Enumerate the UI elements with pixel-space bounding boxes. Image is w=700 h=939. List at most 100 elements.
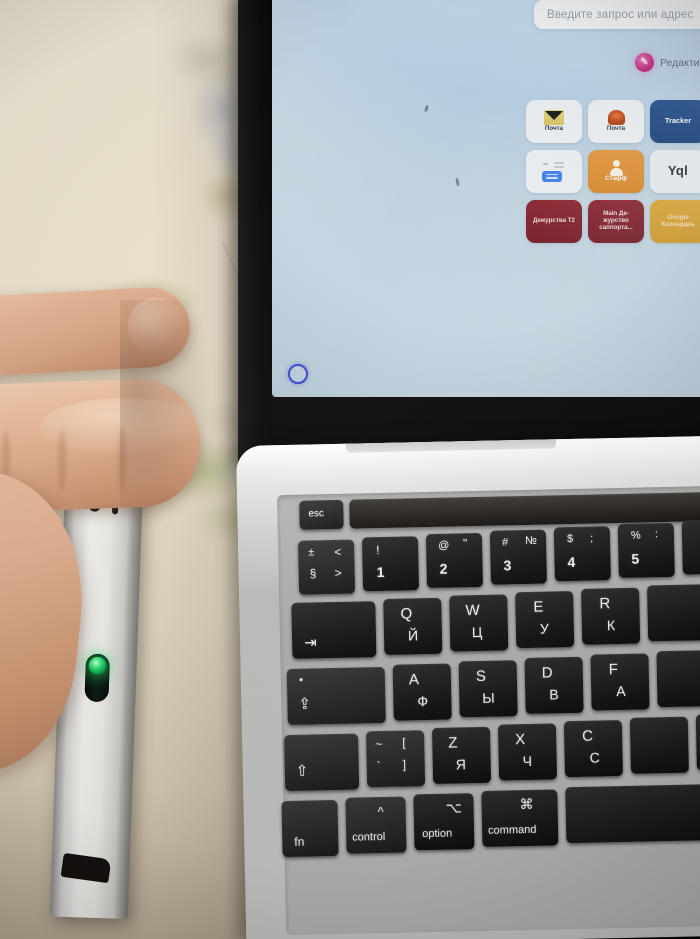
tile-staff[interactable]: Стафф [588,150,644,193]
key-f[interactable]: F А [590,653,650,711]
quick-links-grid: Почта Почта Tracker Стафф Yql Дежурства … [526,100,700,243]
key-label: ; [589,532,594,545]
key-6[interactable] [681,519,700,575]
key-5[interactable]: % : 5 [617,522,675,579]
key-label: C [581,727,594,745]
ssd-led-window [84,653,111,703]
omnibox[interactable]: Введите запрос или адрес [534,0,700,29]
key-b[interactable] [695,713,700,771]
key-label: [ [402,735,406,750]
key-label: ` [376,759,381,774]
key-bracket[interactable]: ~ [ ` ] [366,730,426,788]
key-tab[interactable]: ⇥ [291,601,377,659]
omnibox-placeholder: Введите запрос или адрес [547,8,694,21]
edit-tiles-row[interactable]: ✎ Редактировать [635,53,700,72]
key-label: ] [402,757,407,772]
shift-icon: ⇧ [295,762,309,780]
key-label-cyr: Я [455,756,467,773]
tile-label: Дежурства T2 [533,217,575,225]
key-label: S [475,667,487,686]
key-label: Z [448,734,458,752]
key-shift-left[interactable]: ⇧ [284,733,360,792]
caps-lock-icon: ⇪ [298,695,312,713]
tile-label: Tracker [664,116,692,126]
key-t[interactable] [647,584,700,642]
key-label: command [487,823,537,837]
option-icon: ⌥ [445,799,462,816]
key-q[interactable]: Q Й [383,597,443,655]
key-label: " [462,536,468,551]
key-label: № [524,534,537,547]
key-control[interactable]: ^ control [345,796,407,854]
tile-document[interactable] [526,150,582,193]
key-e[interactable]: E У [515,590,575,649]
key-r[interactable]: R К [581,587,641,645]
key-label-cyr: Ч [522,752,533,770]
key-1[interactable]: ! 1 [361,536,420,592]
tile-mail-2[interactable]: Почта [588,100,644,143]
mail-hat-icon [607,110,625,126]
envelope-icon [544,110,564,126]
key-command[interactable]: ⌘ command [481,789,559,847]
key-2[interactable]: @ " 2 [425,532,484,589]
key-option[interactable]: ⌥ option [413,793,475,851]
key-esc[interactable]: esc [299,499,344,530]
key-label: X [515,731,526,749]
key-label-cyr: С [589,749,600,766]
key-label: 1 [376,563,385,581]
screen-dust-speck [455,177,460,187]
key-label: ± [308,546,315,559]
thumb-crease [58,430,66,492]
key-label-cyr: К [606,617,616,634]
key-label: R [599,595,611,613]
key-label: § [309,566,317,581]
person-icon [609,160,623,176]
key-space[interactable] [565,782,700,844]
laptop-base: esc ± < § > ! 1 @ " 2 # № 3 $ ; 4 %: 5 … [236,435,700,939]
key-label: A [408,671,420,689]
key-label: < [334,544,342,559]
key-label: : [654,528,659,541]
key-d[interactable]: D В [524,656,584,714]
key-label-cyr: Ф [417,693,429,710]
tile-google-calendar[interactable]: Google Календарь [650,200,700,243]
key-z[interactable]: Z Я [431,726,492,784]
key-fn[interactable]: fn [281,799,339,858]
thumb-crease [118,428,126,494]
key-c[interactable]: C С [563,719,623,778]
key-label: control [352,830,386,844]
key-3[interactable]: # № 3 [489,529,547,585]
tile-label: Почта [606,125,626,133]
key-w[interactable]: W Ц [449,594,509,652]
key-s[interactable]: S Ы [458,660,518,718]
laptop-lid-left-edge [238,0,272,466]
key-label: F [608,661,619,679]
key-label-cyr: Ы [482,689,495,706]
key-g[interactable] [656,650,700,708]
key-label: ! [376,543,380,558]
key-v[interactable] [629,716,689,774]
key-label: Q [400,605,413,623]
key-a[interactable]: A Ф [392,663,452,721]
key-label: @ [438,539,450,552]
key-x[interactable]: X Ч [497,723,558,781]
key-label-cyr: У [539,620,549,637]
tile-mail-1[interactable]: Почта [526,100,582,143]
key-label-cyr: Ц [471,623,483,641]
alice-assistant-icon[interactable] [288,364,308,384]
photo-scene: Введите запрос или адрес ✎ Редактировать… [0,0,700,939]
key-section[interactable]: ± < § > [297,539,356,595]
key-label: W [465,601,480,620]
key-4[interactable]: $ ; 4 [553,526,611,582]
tile-yql[interactable]: Yql [650,150,700,193]
key-label: fn [294,834,305,849]
tile-duty-t2[interactable]: Дежурства T2 [526,200,582,243]
key-label: 2 [439,560,448,577]
screen-dust-speck [423,104,430,113]
tile-tracker[interactable]: Tracker [650,100,700,143]
tile-main-duty-support[interactable]: Main Де-журство саппорта... [588,200,644,243]
tile-label: Yql [667,163,689,179]
document-lines-icon [542,161,566,183]
caps-lock-indicator-icon: ● [298,676,304,684]
key-caps-lock[interactable]: ● ⇪ [286,666,386,725]
